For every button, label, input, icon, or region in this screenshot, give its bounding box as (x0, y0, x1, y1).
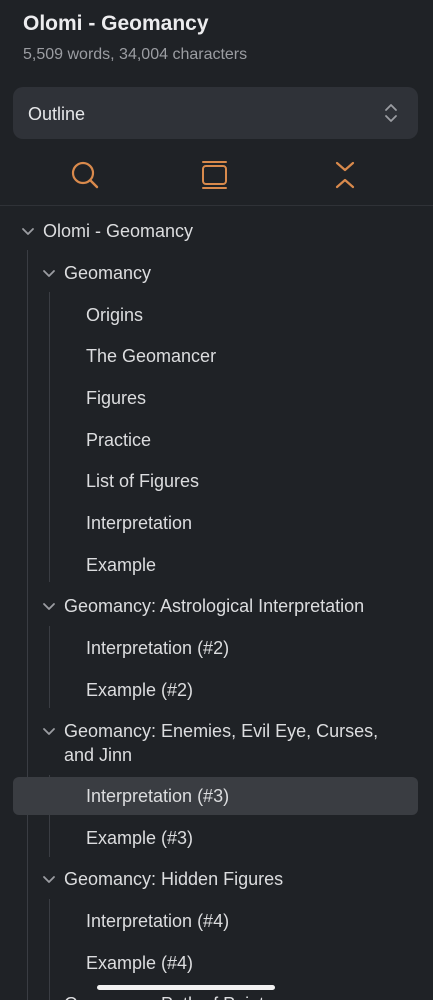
outline-heading-label: Olomi - Geomancy (43, 221, 194, 241)
view-mode-select[interactable]: Outline (13, 87, 418, 139)
outline-heading-label: Geomancy: Astrological Interpretation (64, 596, 365, 616)
outline-item[interactable]: List of Figures (0, 469, 433, 495)
outline-item-label: Interpretation (#3) (86, 786, 230, 806)
outline-item[interactable]: Example (#2) (0, 678, 433, 704)
collapse-all-icon (335, 161, 355, 189)
toggle-panel-button[interactable] (198, 158, 232, 192)
panel-icon (202, 161, 227, 189)
document-title: Olomi - Geomancy (23, 12, 209, 35)
outline-heading-hidden-figures[interactable]: Geomancy: Hidden Figures (0, 867, 433, 893)
chevron-down-icon[interactable] (42, 873, 56, 887)
outline-item-label: Example (#2) (86, 680, 194, 700)
outline-item[interactable]: Figures (0, 386, 433, 412)
chevron-down-icon[interactable] (42, 267, 56, 281)
outline-item-label: Practice (86, 430, 152, 450)
outline-item-label: Interpretation (#4) (86, 911, 230, 931)
outline-heading-enemies[interactable]: Geomancy: Enemies, Evil Eye, Curses, and… (0, 719, 433, 769)
outline-item-label: Figures (86, 388, 147, 408)
outline-heading-label: Geomancy: Hidden Figures (64, 869, 284, 889)
view-mode-value: Outline (28, 104, 86, 124)
outline-item[interactable]: The Geomancer (0, 344, 433, 370)
outline-heading-geomancy[interactable]: Geomancy (0, 261, 433, 287)
outline-item-label: Interpretation (86, 513, 193, 533)
outline-heading-label: Geomancy: Enemies, Evil Eye, Curses, and… (64, 721, 379, 765)
outline-heading-label: Geomancy (64, 263, 152, 283)
chevron-down-icon[interactable] (42, 725, 56, 739)
chevron-down-icon[interactable] (42, 600, 56, 614)
toolbar-divider (0, 205, 433, 206)
collapse-all-button[interactable] (328, 158, 362, 192)
outline-item-label: Example (#4) (86, 953, 194, 973)
outline-item[interactable]: Example (0, 553, 433, 579)
outline-item-label: Origins (86, 305, 144, 325)
outline-item-label: Interpretation (#2) (86, 638, 230, 658)
outline-heading-root[interactable]: Olomi - Geomancy (0, 219, 433, 245)
search-icon (71, 161, 99, 189)
home-indicator[interactable] (97, 985, 275, 990)
outline-heading-astrological[interactable]: Geomancy: Astrological Interpretation (0, 594, 433, 620)
outline-item-label: The Geomancer (86, 346, 217, 366)
outline-item-selected[interactable]: Interpretation (#3) (0, 784, 433, 810)
outline-heading-label: Geomancy: Path of Points (64, 992, 273, 1000)
chevron-updown-icon (385, 104, 397, 122)
outline-heading-path-of-points[interactable]: Geomancy: Path of Points (0, 990, 433, 1000)
outline-item-label: Example (86, 555, 157, 575)
outline-item[interactable]: Interpretation (#2) (0, 636, 433, 662)
outline-item[interactable]: Example (#3) (0, 826, 433, 852)
word-count: 5,509 words, 34,004 characters (23, 46, 248, 63)
outline-item[interactable]: Interpretation (0, 511, 433, 537)
outline-item[interactable]: Example (#4) (0, 951, 433, 977)
outline-item[interactable]: Interpretation (#4) (0, 909, 433, 935)
outline-item[interactable]: Practice (0, 428, 433, 454)
outline-item-label: Example (#3) (86, 828, 194, 848)
search-button[interactable] (68, 158, 102, 192)
outline-item-label: List of Figures (86, 471, 200, 491)
chevron-down-icon[interactable] (21, 225, 35, 239)
outline-item[interactable]: Origins (0, 303, 433, 329)
